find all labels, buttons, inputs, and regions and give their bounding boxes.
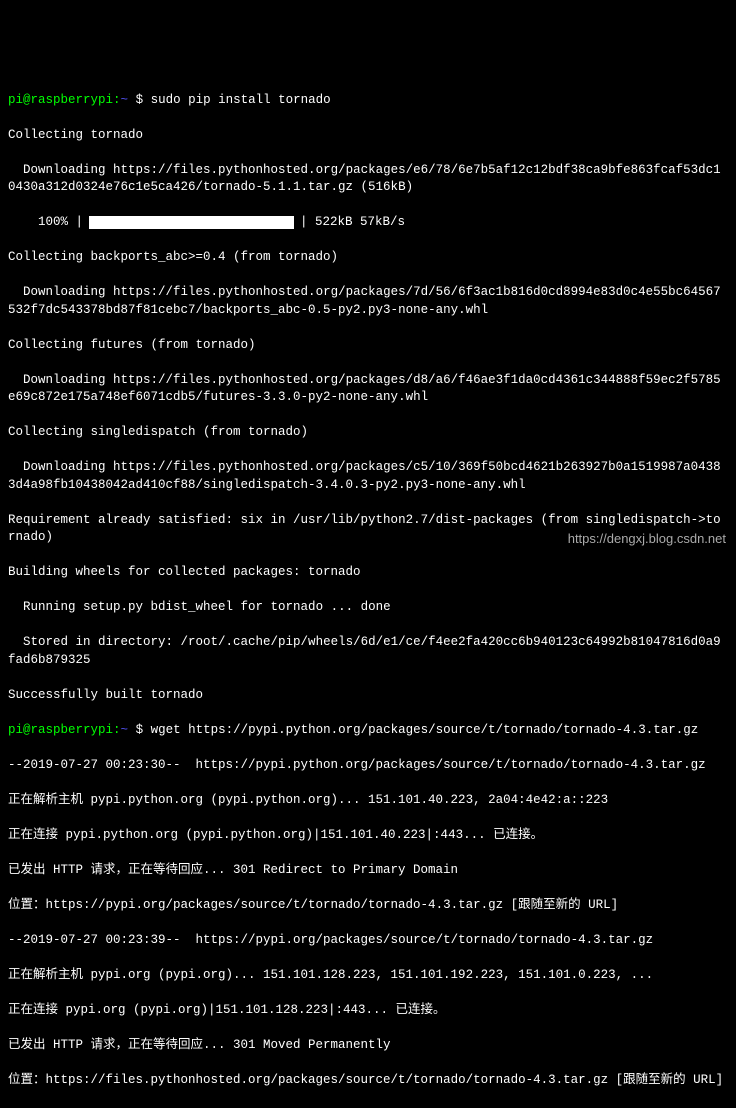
progress-line: 100% | | 522kB 57kB/s	[8, 214, 728, 232]
output-line: Collecting singledispatch (from tornado)	[8, 424, 728, 442]
prompt-line-2[interactable]: pi@raspberrypi:~ $ wget https://pypi.pyt…	[8, 722, 728, 740]
prompt-user-host: pi@raspberrypi	[8, 93, 113, 107]
output-line: 正在连接 pypi.org (pypi.org)|151.101.128.223…	[8, 1002, 728, 1020]
watermark-text: https://dengxj.blog.csdn.net	[568, 530, 726, 548]
prompt-line-1[interactable]: pi@raspberrypi:~ $ sudo pip install torn…	[8, 92, 728, 110]
output-line: Collecting tornado	[8, 127, 728, 145]
prompt-dollar: $	[136, 93, 144, 107]
progress-speed: | 522kB 57kB/s	[300, 214, 405, 232]
output-line: Collecting futures (from tornado)	[8, 337, 728, 355]
output-line: Successfully built tornado	[8, 687, 728, 705]
output-line: 已发出 HTTP 请求，正在等待回应... 301 Redirect to Pr…	[8, 862, 728, 880]
prompt-colon: :	[113, 723, 121, 737]
output-line: --2019-07-27 00:23:39-- https://pypi.org…	[8, 932, 728, 950]
progress-percent: 100% |	[8, 214, 83, 232]
output-line: Downloading https://files.pythonhosted.o…	[8, 162, 728, 197]
output-line: Downloading https://files.pythonhosted.o…	[8, 284, 728, 319]
prompt-path: ~	[121, 723, 129, 737]
prompt-path: ~	[121, 93, 129, 107]
output-line: 位置：https://pypi.org/packages/source/t/to…	[8, 897, 728, 915]
output-line: Stored in directory: /root/.cache/pip/wh…	[8, 634, 728, 669]
output-line: Downloading https://files.pythonhosted.o…	[8, 372, 728, 407]
output-line: Collecting backports_abc>=0.4 (from torn…	[8, 249, 728, 267]
output-line: 正在连接 pypi.python.org (pypi.python.org)|1…	[8, 827, 728, 845]
output-line: Running setup.py bdist_wheel for tornado…	[8, 599, 728, 617]
output-line: Downloading https://files.pythonhosted.o…	[8, 459, 728, 494]
output-line: --2019-07-27 00:23:30-- https://pypi.pyt…	[8, 757, 728, 775]
prompt-colon: :	[113, 93, 121, 107]
prompt-dollar: $	[136, 723, 144, 737]
output-line: 正在解析主机 pypi.python.org (pypi.python.org)…	[8, 792, 728, 810]
terminal-output: pi@raspberrypi:~ $ sudo pip install torn…	[8, 74, 728, 1108]
command-1: sudo pip install tornado	[151, 93, 331, 107]
prompt-user-host: pi@raspberrypi	[8, 723, 113, 737]
output-line: --2019-07-27 00:23:40-- https://files.py…	[8, 1107, 728, 1108]
progress-bar	[89, 216, 294, 229]
output-line: 已发出 HTTP 请求，正在等待回应... 301 Moved Permanen…	[8, 1037, 728, 1055]
output-line: Building wheels for collected packages: …	[8, 564, 728, 582]
output-line: 正在解析主机 pypi.org (pypi.org)... 151.101.12…	[8, 967, 728, 985]
output-line: 位置：https://files.pythonhosted.org/packag…	[8, 1072, 728, 1090]
command-2: wget https://pypi.python.org/packages/so…	[151, 723, 699, 737]
